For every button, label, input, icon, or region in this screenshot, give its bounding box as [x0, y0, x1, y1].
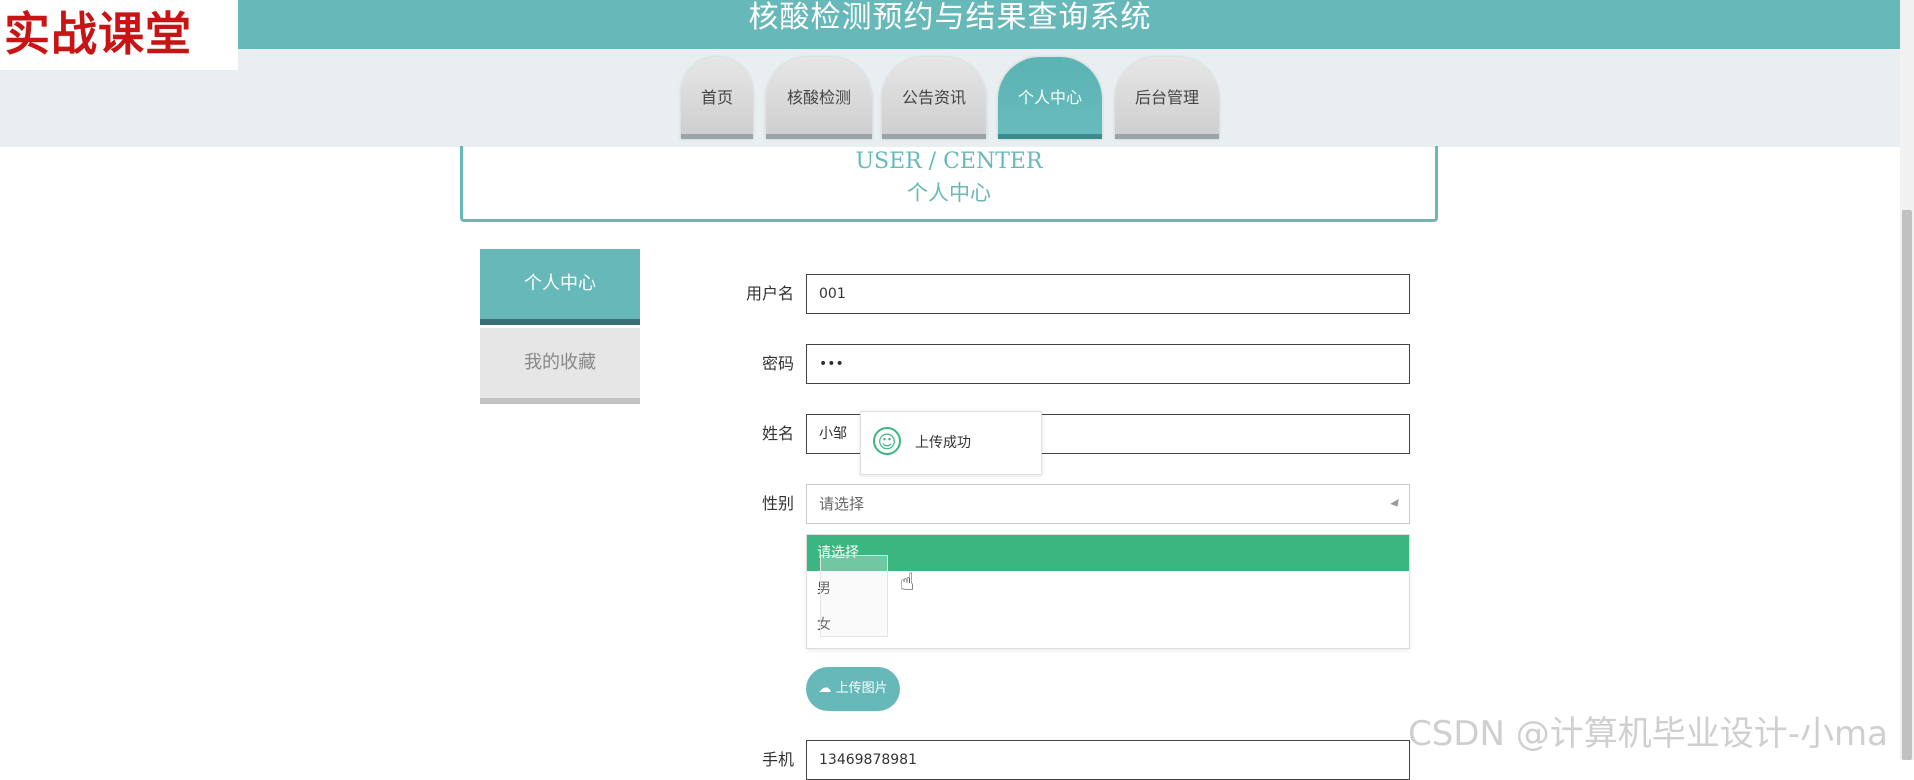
gender-dropdown: 请选择 男 女: [806, 534, 1410, 649]
password-label: 密码: [761, 354, 794, 373]
hand-cursor-icon: ☝: [900, 568, 915, 596]
smiley-icon: ☺: [873, 427, 901, 455]
nav-item-nucleic-test[interactable]: 核酸检测: [766, 57, 872, 139]
upload-success-toast: ☺ 上传成功: [860, 411, 1042, 475]
section-header: USER / CENTER 个人中心: [460, 146, 1438, 222]
gender-select[interactable]: 请选择: [806, 484, 1410, 524]
nav-item-home[interactable]: 首页: [681, 57, 753, 139]
dropdown-arrow-icon: [1390, 498, 1402, 510]
brand-logo: 实战课堂: [0, 0, 238, 70]
scrollbar-thumb[interactable]: [1902, 210, 1912, 760]
nav-item-user-center[interactable]: 个人中心: [998, 57, 1102, 139]
page-scrollbar[interactable]: [1900, 0, 1914, 760]
upload-image-button[interactable]: ☁ 上传图片: [806, 667, 900, 711]
phone-input[interactable]: 13469878981: [806, 740, 1410, 780]
phone-label: 手机: [761, 750, 794, 769]
username-label: 用户名: [745, 284, 794, 303]
name-label: 姓名: [761, 424, 794, 443]
site-title: 核酸检测预约与结果查询系统: [748, 0, 1152, 35]
section-title-en: USER / CENTER: [855, 149, 1043, 174]
password-input[interactable]: •••: [806, 344, 1410, 384]
gender-option-female[interactable]: 女: [807, 607, 1409, 643]
avatar-preview: [820, 555, 888, 637]
nav-item-admin[interactable]: 后台管理: [1115, 57, 1219, 139]
nav-item-announcements[interactable]: 公告资讯: [882, 57, 986, 139]
sidebar-item-favorites[interactable]: 我的收藏: [480, 328, 640, 404]
upload-image-label: 上传图片: [835, 681, 888, 696]
section-title-cn: 个人中心: [907, 181, 991, 205]
gender-select-value: 请选择: [819, 495, 865, 513]
gender-label: 性别: [761, 494, 794, 513]
cloud-upload-icon: ☁: [818, 681, 832, 696]
brand-logo-text: 实战课堂: [4, 7, 192, 61]
toast-message: 上传成功: [915, 435, 971, 451]
top-header-bar: 核酸检测预约与结果查询系统: [0, 0, 1900, 49]
gender-option-male[interactable]: 男: [807, 571, 1409, 607]
username-input[interactable]: 001: [806, 274, 1410, 314]
gender-option-placeholder[interactable]: 请选择: [807, 535, 1409, 571]
sidebar-item-user-center[interactable]: 个人中心: [480, 249, 640, 325]
watermark: CSDN @计算机毕业设计-小ma: [1408, 714, 1888, 754]
